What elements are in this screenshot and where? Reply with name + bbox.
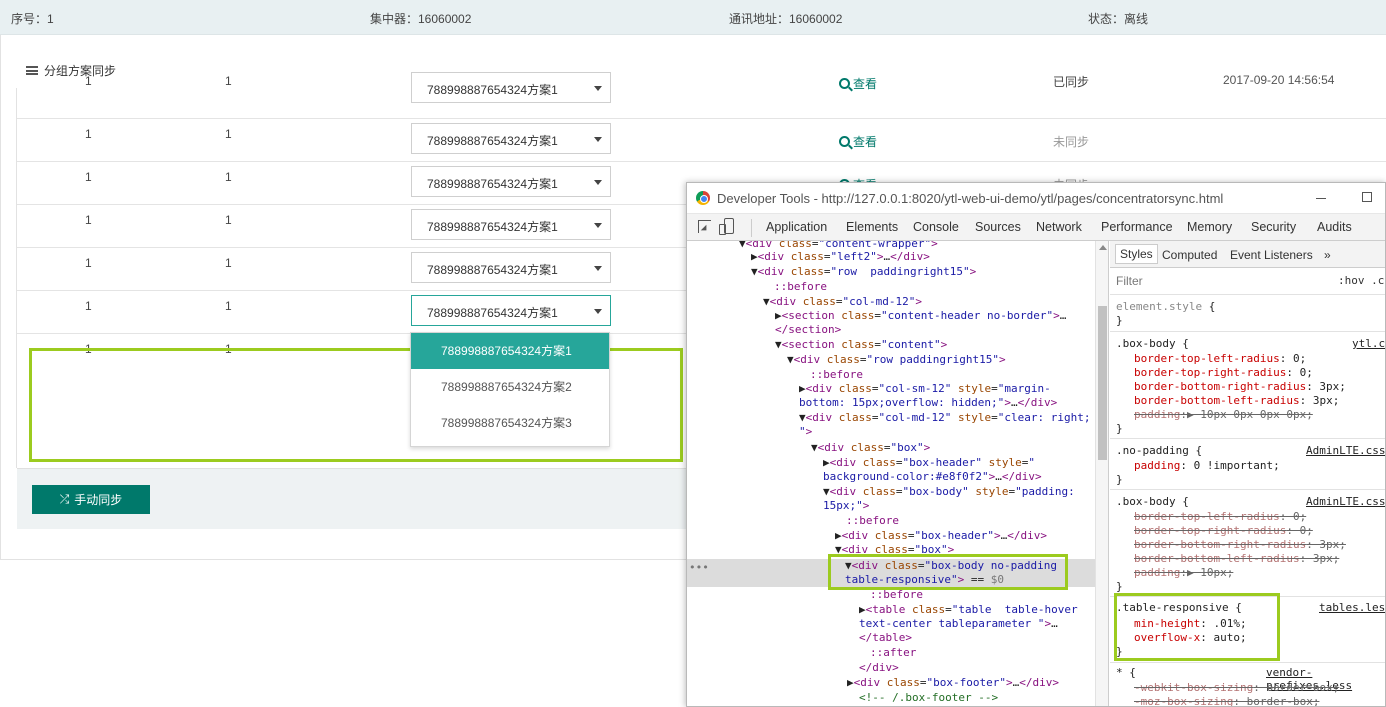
cell-a: 1 <box>85 127 92 141</box>
plan-dropdown-menu: 788998887654324方案1 788998887654324方案2 78… <box>410 332 610 447</box>
highlight-box <box>828 554 1068 590</box>
cell-b: 1 <box>225 256 232 270</box>
elements-scrollbar[interactable] <box>1095 241 1109 706</box>
cell-b: 1 <box>225 299 232 313</box>
minimize-icon[interactable] <box>1316 198 1326 199</box>
devtools-title: Developer Tools - http://127.0.0.1:8020/… <box>717 191 1224 206</box>
chevron-down-icon <box>594 137 602 142</box>
divider <box>1110 489 1385 490</box>
cell-b: 1 <box>225 127 232 141</box>
view-link[interactable]: 查看 <box>839 75 877 92</box>
tab-event-listeners[interactable]: Event Listeners <box>1230 248 1313 262</box>
divider <box>751 219 752 237</box>
highlight-box <box>1114 593 1280 661</box>
plan-select[interactable]: 788998887654324方案1 <box>411 166 611 197</box>
view-link[interactable]: 查看 <box>839 133 877 150</box>
tab-memory[interactable]: Memory <box>1187 220 1232 234</box>
chevron-down-icon <box>594 266 602 271</box>
dropdown-option[interactable]: 788998887654324方案2 <box>411 369 609 405</box>
tab-network[interactable]: Network <box>1036 220 1082 234</box>
sync-status: 未同步 <box>1053 135 1090 149</box>
maximize-icon[interactable] <box>1362 192 1372 202</box>
cell-a: 1 <box>85 213 92 227</box>
divider <box>1110 294 1385 295</box>
tab-computed[interactable]: Computed <box>1162 248 1217 262</box>
cell-a: 1 <box>85 256 92 270</box>
tab-audits[interactable]: Audits <box>1317 220 1352 234</box>
search-icon <box>839 136 850 147</box>
sync-time: 2017-09-20 14:56:54 <box>1223 73 1335 87</box>
tab-performance[interactable]: Performance <box>1101 220 1173 234</box>
cell-a: 1 <box>85 170 92 184</box>
divider <box>1110 438 1385 439</box>
comm-address: 通讯地址：16060002 <box>729 12 843 26</box>
source-link[interactable]: tables.less <box>1319 601 1385 614</box>
status-offline: 离线 <box>1124 12 1149 26</box>
plan-select[interactable]: 788998887654324方案1 <box>411 209 611 240</box>
tab-elements[interactable]: Elements <box>846 220 898 234</box>
sync-status: 已同步 <box>1053 75 1090 89</box>
shuffle-icon: ⤮ <box>59 492 70 506</box>
inspect-icon[interactable] <box>698 220 711 233</box>
device-toolbar-icon[interactable] <box>719 218 734 235</box>
table-row: 1 1 788998887654324方案1 查看 未同步 <box>17 119 1386 162</box>
status-text: 状态：离线 <box>1088 12 1149 26</box>
scroll-thumb[interactable] <box>1098 306 1107 460</box>
tab-styles[interactable]: Styles <box>1115 244 1158 264</box>
elements-tree[interactable]: ••• ▼<div class="content-wrapper"> ▶<div… <box>687 241 1095 706</box>
dropdown-option[interactable]: 788998887654324方案1 <box>411 333 609 369</box>
cell-b: 1 <box>225 170 232 184</box>
devtools-window: Developer Tools - http://127.0.0.1:8020/… <box>686 182 1386 707</box>
cell-a: 1 <box>85 299 92 313</box>
cell-a: 1 <box>85 74 92 88</box>
source-link[interactable]: ytl.css <box>1352 337 1385 350</box>
tab-application[interactable]: Application <box>766 220 827 234</box>
concentrator-id: 集中器：16060002 <box>370 12 472 26</box>
source-link[interactable]: AdminLTE.css <box>1306 495 1385 508</box>
divider <box>1110 662 1385 663</box>
info-bar: 序号：1 集中器：16060002 通讯地址：16060002 状态：离线 <box>0 0 1386 35</box>
plan-select[interactable]: 788998887654324方案1 <box>411 123 611 154</box>
styles-pane: Styles Computed Event Listeners » Filter… <box>1110 241 1385 706</box>
search-icon <box>839 78 850 89</box>
tab-security[interactable]: Security <box>1251 220 1296 234</box>
plan-select-open[interactable]: 788998887654324方案1 <box>411 295 611 326</box>
manual-sync-button[interactable]: ⤮ 手动同步 <box>32 485 150 514</box>
more-tabs-icon[interactable]: » <box>1324 248 1331 262</box>
dropdown-option[interactable]: 788998887654324方案3 <box>411 405 609 441</box>
plan-select[interactable]: 788998887654324方案1 <box>411 252 611 283</box>
hov-toggle[interactable]: :hov .c <box>1338 274 1384 287</box>
serial-number: 序号：1 <box>11 12 54 26</box>
tab-sources[interactable]: Sources <box>975 220 1021 234</box>
table-row: 1 1 788998887654324方案1 查看 已同步 2017-09-20… <box>17 72 1386 119</box>
chevron-down-icon <box>594 309 602 314</box>
source-link[interactable]: AdminLTE.css <box>1306 444 1385 457</box>
styles-filter[interactable]: Filter <box>1116 274 1143 288</box>
chevron-down-icon <box>594 223 602 228</box>
divider <box>1110 331 1385 332</box>
plan-select[interactable]: 788998887654324方案1 <box>411 72 611 103</box>
devtools-tabbar: Application Elements Console Sources Net… <box>687 214 1385 241</box>
chevron-down-icon <box>594 86 602 91</box>
chevron-down-icon <box>594 180 602 185</box>
more-icon[interactable]: ••• <box>689 561 709 574</box>
scroll-up-icon[interactable] <box>1099 245 1107 250</box>
cell-b: 1 <box>225 74 232 88</box>
chrome-icon <box>696 191 710 205</box>
styles-tabbar: Styles Computed Event Listeners » <box>1110 241 1385 268</box>
cell-b: 1 <box>225 213 232 227</box>
tab-console[interactable]: Console <box>913 220 959 234</box>
devtools-titlebar: Developer Tools - http://127.0.0.1:8020/… <box>687 183 1385 214</box>
